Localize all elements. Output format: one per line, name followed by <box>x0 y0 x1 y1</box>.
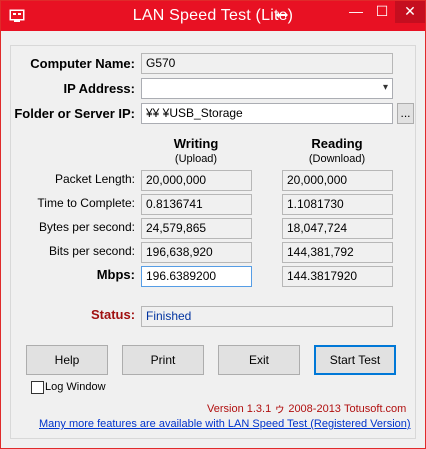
close-button[interactable]: ✕ <box>395 1 425 23</box>
maximize-button[interactable]: ☐ <box>369 1 395 23</box>
packet-length-reading: 20,000,000 <box>282 170 393 191</box>
move-cursor-icon <box>276 12 288 18</box>
log-window-label[interactable]: Log Window <box>45 381 106 393</box>
bytes-per-second-label: Bytes per second: <box>38 220 135 234</box>
exit-button[interactable]: Exit <box>218 345 300 375</box>
chevron-down-icon[interactable]: ▾ <box>383 82 388 93</box>
writing-title: Writing <box>173 136 219 151</box>
app-window: LAN Speed Test (Lite) — ☐ ✕ Computer Nam… <box>0 0 426 449</box>
folder-label: Folder or Server IP: <box>14 106 135 121</box>
computer-name-field[interactable]: G570 <box>141 53 393 74</box>
mbps-reading: 144.3817920 <box>282 266 393 287</box>
start-test-button[interactable]: Start Test <box>314 345 396 375</box>
packet-length-writing: 20,000,000 <box>141 170 252 191</box>
registered-version-link[interactable]: Many more features are available with LA… <box>39 418 411 430</box>
bytes-per-second-writing: 24,579,865 <box>141 218 252 239</box>
writing-column-header: Writing (Upload) <box>141 136 251 165</box>
ip-address-dropdown[interactable]: ▾ <box>141 78 393 99</box>
time-to-complete-label: Time to Complete: <box>37 196 135 210</box>
status-field: Finished <box>141 306 393 327</box>
computer-name-label: Computer Name: <box>30 56 135 71</box>
print-button[interactable]: Print <box>122 345 204 375</box>
minimize-button[interactable]: — <box>343 1 369 23</box>
bits-per-second-reading: 144,381,792 <box>282 242 393 263</box>
folder-path-field[interactable]: ¥¥ ¥USB_Storage <box>141 103 393 124</box>
version-text: Version 1.3.1 ゥ 2008-2013 Totusoft.com <box>207 403 407 415</box>
bits-per-second-writing: 196,638,920 <box>141 242 252 263</box>
help-button[interactable]: Help <box>26 345 108 375</box>
time-to-complete-reading: 1.1081730 <box>282 194 393 215</box>
reading-title: Reading <box>311 136 363 151</box>
log-window-checkbox[interactable] <box>31 381 44 394</box>
mbps-label: Mbps: <box>96 267 135 282</box>
bytes-per-second-reading: 18,047,724 <box>282 218 393 239</box>
bits-per-second-label: Bits per second: <box>48 244 135 258</box>
mbps-writing: 196.6389200 <box>141 266 252 287</box>
ip-address-label: IP Address: <box>63 81 135 96</box>
writing-subtitle: (Upload) <box>174 153 218 165</box>
title-bar[interactable]: LAN Speed Test (Lite) — ☐ ✕ <box>1 1 425 31</box>
status-label: Status: <box>91 307 136 322</box>
browse-button[interactable]: ... <box>397 103 414 124</box>
reading-subtitle: (Download) <box>308 153 366 165</box>
packet-length-label: Packet Length: <box>54 172 135 186</box>
reading-column-header: Reading (Download) <box>282 136 392 165</box>
time-to-complete-writing: 0.8136741 <box>141 194 252 215</box>
